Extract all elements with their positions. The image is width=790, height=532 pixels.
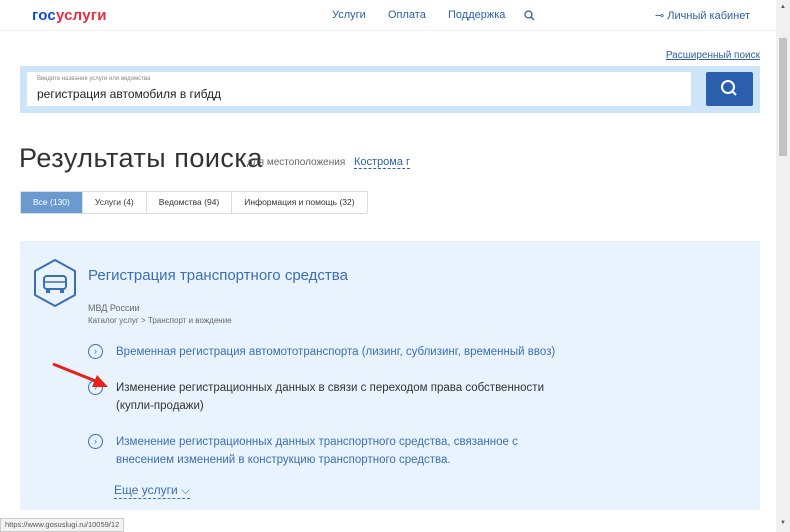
scrollbar[interactable]: ▲▼ [776,0,790,532]
city-selector[interactable]: Кострома г [354,156,410,169]
location-label: для местоположения [247,157,345,168]
status-bar-url: https://www.gosuslugi.ru/10059/12 [0,518,124,532]
tab-info[interactable]: Информация и помощь (32) [232,192,366,213]
service-link[interactable]: ›Изменение регистрационных данных в связ… [88,379,556,415]
search-button[interactable] [706,72,753,106]
top-header: госуслуги Услуги Оплата Поддержка ⊸ Личн… [0,0,776,31]
nav-support[interactable]: Поддержка [448,9,505,21]
card-title[interactable]: Регистрация транспортного средства [88,267,348,284]
chevron-down-icon: ⌵ [181,483,190,497]
agency-name: МВД России [88,303,140,313]
tab-services[interactable]: Услуги (4) [83,192,147,213]
search-bar: Введите название услуги или ведомства ре… [20,66,760,113]
search-icon [706,72,753,106]
more-services-toggle[interactable]: Еще услуги ⌵ [114,483,190,499]
chevron-right-icon: › [88,344,103,359]
catalog-breadcrumb: Каталог услуг > Транспорт и вождение [88,316,232,325]
result-tabs: Все (130) Услуги (4) Ведомства (94) Инфо… [20,191,368,214]
nav-services[interactable]: Услуги [332,9,366,21]
page-title: Результаты поиска [19,143,263,174]
red-arrow-annotation [50,360,112,392]
service-link[interactable]: ›Изменение регистрационных данных трансп… [88,433,536,469]
scroll-down-icon[interactable]: ▼ [780,520,786,526]
chevron-right-icon: › [88,434,103,449]
search-input[interactable]: Введите название услуги или ведомства ре… [27,72,691,106]
search-icon[interactable] [524,10,535,21]
gosuslugi-logo[interactable]: госуслуги [32,7,107,24]
account-link[interactable]: ⊸ Личный кабинет [655,9,750,22]
scrollbar-thumb[interactable] [779,38,787,156]
key-icon: ⊸ [655,10,667,22]
scroll-up-icon[interactable]: ▲ [780,4,786,10]
tab-all[interactable]: Все (130) [21,192,83,213]
car-icon [32,258,78,308]
advanced-search-link[interactable]: Расширенный поиск [666,50,760,61]
nav-payment[interactable]: Оплата [388,9,426,21]
tab-agencies[interactable]: Ведомства (94) [147,192,233,213]
service-link[interactable]: ›Временная регистрация автомототранспорт… [88,343,576,361]
